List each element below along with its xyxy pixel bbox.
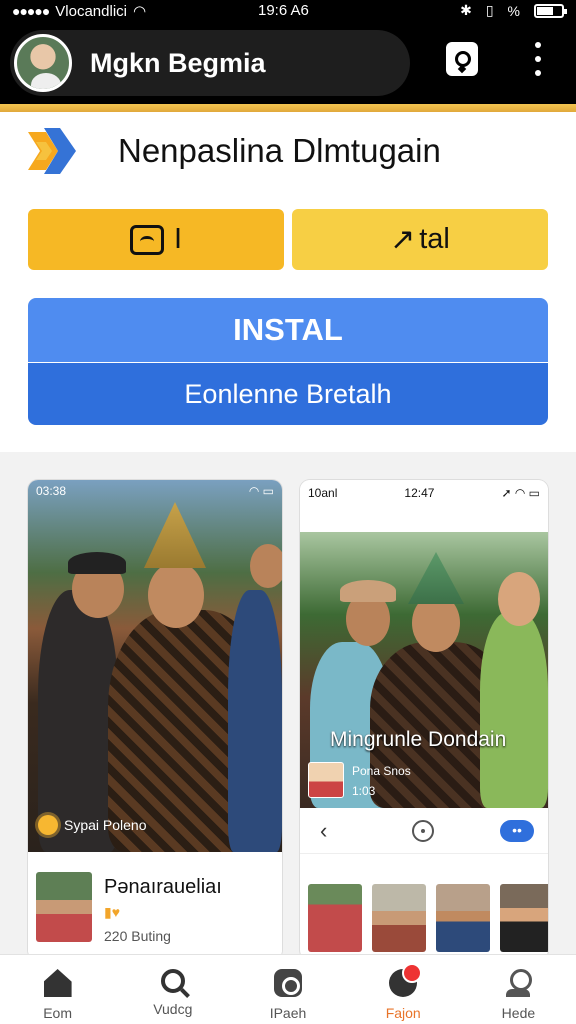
profile-icon <box>504 969 533 997</box>
person-figure <box>228 590 282 852</box>
secondary-action-button[interactable]: Eonlenne Bretalh <box>28 363 548 425</box>
nav-label: Vudcg <box>153 1001 193 1017</box>
signal-strength-icon: % <box>507 2 520 19</box>
nav-label: IPaeh <box>269 1005 307 1021</box>
person-hat <box>144 502 206 568</box>
profile-row[interactable]: Pənaıraueliaı ▮♥ 220 Buting <box>28 852 282 960</box>
app-header: Mgkn Begmia <box>0 22 576 104</box>
heart-icon: ▮♥ <box>104 904 121 920</box>
screenshot-status-bar: 03:38 ◠ ▭ <box>28 480 282 502</box>
photo-thumbnail[interactable] <box>500 884 548 952</box>
vibrate-icon: ▯ <box>485 2 494 18</box>
sun-icon <box>38 815 58 835</box>
search-icon <box>160 969 185 993</box>
open-button-label: I <box>173 223 183 255</box>
status-bar: ●●●●● Vlocandlici ◠ 19:6 A6 ✱ ▯ % <box>0 0 576 22</box>
event-photo-left: 03:38 ◠ ▭ Sypai Poleno <box>28 480 282 852</box>
nav-label: Hede <box>501 1005 536 1021</box>
person-hat <box>408 552 464 604</box>
person-hat <box>340 580 396 602</box>
photo-thumbnail[interactable] <box>308 884 362 952</box>
header-title: Mgkn Begmia <box>90 47 266 78</box>
screenshot-status-bar: 10anl 12:47 ➚ ◠ ▭ <box>300 480 548 532</box>
profile-thumbnail <box>36 872 92 942</box>
back-icon[interactable]: ‹ <box>320 818 327 844</box>
thumbnail-row <box>308 884 548 952</box>
profile-meta: 220 Buting <box>104 928 171 944</box>
share-icon: ↗ <box>390 223 416 256</box>
bottom-nav: Eom Vudcg IPaeh Fajon Hede <box>0 954 576 1024</box>
person-cap <box>68 552 126 574</box>
chat-icon <box>389 963 423 997</box>
person-figure <box>38 590 118 852</box>
home-icon <box>43 969 72 997</box>
screenshot-status-icons: ◠ ▭ <box>248 484 274 498</box>
share-button-label: tal <box>419 223 450 255</box>
open-button[interactable]: I <box>28 209 284 270</box>
nav-item-profile[interactable]: Hede <box>461 955 576 1024</box>
nav-item-explore[interactable]: IPaeh <box>230 955 345 1024</box>
bag-icon <box>129 224 164 255</box>
photo-thumbnail[interactable] <box>436 884 490 952</box>
profile-pill[interactable]: Mgkn Begmia <box>10 30 410 96</box>
avatar[interactable] <box>14 34 72 92</box>
bluetooth-icon: ✱ <box>460 2 472 18</box>
app-logo-icon <box>28 128 76 174</box>
nav-item-chat[interactable]: Fajon <box>346 955 461 1024</box>
header-accent-bar <box>0 104 576 112</box>
screenshot-status-icons: ➚ ◠ ▭ <box>501 486 540 500</box>
battery-icon <box>534 3 567 18</box>
carrier-label: Vlocandlici <box>55 2 127 20</box>
screenshot-carrier: 10anl <box>308 486 338 500</box>
photo-caption: Sypai Poleno <box>38 815 147 835</box>
screenshot-card-left[interactable]: 03:38 ◠ ▭ Sypai Poleno Pənaıraueliaı ▮♥ … <box>28 480 282 960</box>
compass-icon <box>274 969 302 997</box>
profile-name: Pənaıraueliaı <box>104 876 222 898</box>
screenshot-time: 12:47 <box>404 486 435 500</box>
photo-overlay-title: Mingrunle Dondain <box>330 728 507 751</box>
status-time: 19:6 A6 <box>258 2 309 19</box>
nav-item-search[interactable]: Vudcg <box>115 955 230 1024</box>
app-name: Nenpaslina Dlmtugain <box>118 132 441 169</box>
signal-dots: ●●●●● <box>12 3 50 19</box>
screenshot-nav-bar: ‹ •• <box>300 808 548 854</box>
location-pin-icon[interactable] <box>446 42 478 76</box>
home-icon[interactable] <box>412 820 434 842</box>
user-meta: 1:03 <box>352 784 376 798</box>
user-thumbnail <box>308 762 344 798</box>
screenshot-card-right[interactable]: 10anl 12:47 ➚ ◠ ▭ ‹ •• <box>300 480 548 960</box>
person-head <box>498 572 540 626</box>
person-head <box>250 544 282 588</box>
nav-label: Eom <box>43 1005 72 1021</box>
photo-thumbnail[interactable] <box>372 884 426 952</box>
wifi-icon: ◠ <box>133 3 147 20</box>
share-button[interactable]: ↗ tal <box>292 209 548 270</box>
photo-caption-text: Sypai Poleno <box>64 817 147 833</box>
install-button[interactable]: INSTAL <box>28 298 548 362</box>
chat-pill-icon[interactable]: •• <box>500 820 534 842</box>
nav-label: Fajon <box>385 1005 421 1021</box>
screenshot-time: 03:38 <box>36 484 67 498</box>
user-name: Pona Snos <box>352 764 411 778</box>
nav-item-home[interactable]: Eom <box>0 955 115 1024</box>
person-head <box>148 562 204 628</box>
person-figure <box>480 612 548 808</box>
more-options-icon[interactable] <box>534 42 542 76</box>
